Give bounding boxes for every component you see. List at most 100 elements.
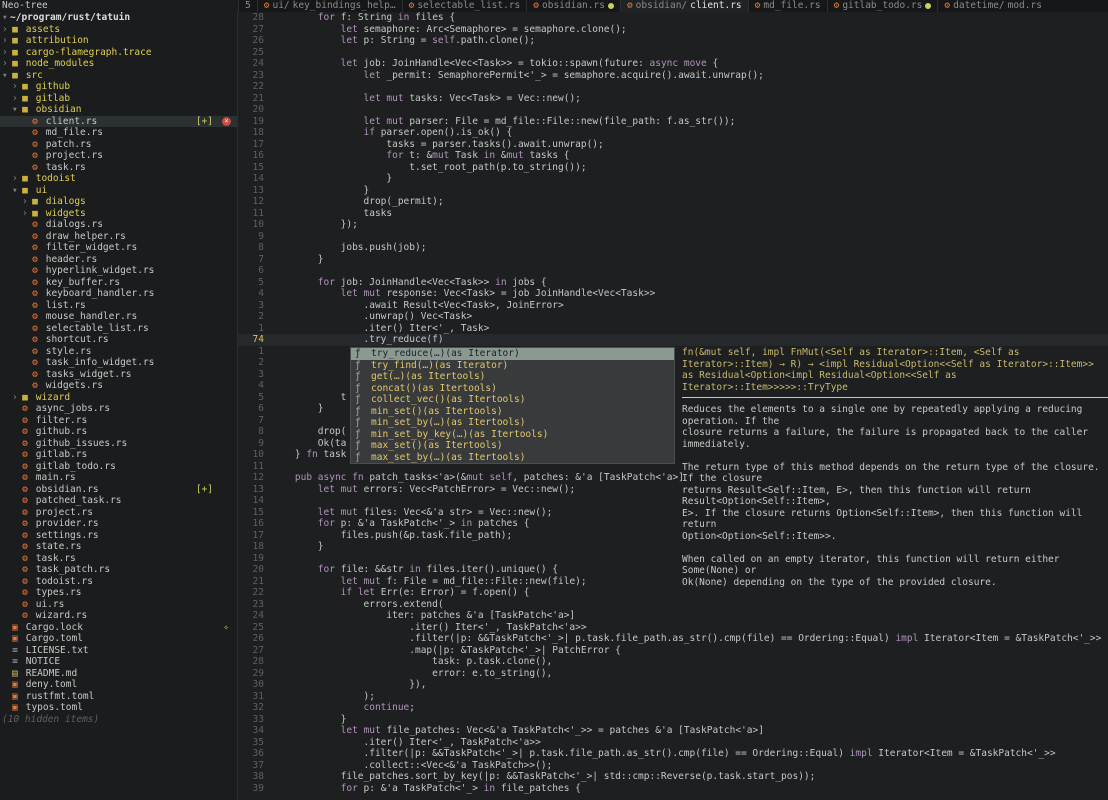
close-icon[interactable]: × — [222, 116, 231, 126]
tree-item[interactable]: ⚙ patched_task.rs — [0, 495, 237, 507]
tree-item[interactable]: (10 hidden items) — [0, 714, 237, 726]
tree-item[interactable]: ⚙ shortcut.rs — [0, 334, 237, 346]
tree-item[interactable]: ⚙ project.rs — [0, 507, 237, 519]
code-text: file_patches.sort_by_key(|p: &&TaskPatch… — [272, 771, 816, 782]
tree-item[interactable]: › ■ attribution — [0, 35, 237, 47]
file-label: client.rs — [45, 115, 98, 127]
line-number: 1 — [258, 345, 264, 357]
tree-item[interactable]: ⚙ gitlab.rs — [0, 449, 237, 461]
buffer-tab[interactable]: ⚙ md_file.rs — [747, 0, 827, 12]
tree-item[interactable]: ⚙ gitlab_todo.rs — [0, 461, 237, 473]
tree-item[interactable]: ⚙ github_issues.rs — [0, 438, 237, 450]
tree-item[interactable]: ⚙ task_info_widget.rs — [0, 357, 237, 369]
tree-item[interactable]: ⚙ header.rs — [0, 254, 237, 266]
tree-item[interactable]: ⚙ hyperlink_widget.rs — [0, 265, 237, 277]
tree-item[interactable]: ⚙ selectable_list.rs — [0, 323, 237, 335]
tree-item[interactable]: › ■ gitlab — [0, 93, 237, 105]
code-line: 27 let semaphore: Arc<Semaphore> = semap… — [238, 24, 1108, 36]
tree-item[interactable]: › ■ node_modules — [0, 58, 237, 70]
rust-file-icon: ⚙ — [32, 115, 38, 127]
buffer-tab[interactable]: ⚙ obsidian/client.rs — [619, 0, 748, 12]
tree-item[interactable]: ▣ Cargo.lock ✧ — [0, 622, 237, 634]
tree-item[interactable]: ⚙ types.rs — [0, 587, 237, 599]
tree-item[interactable]: ⚙ mouse_handler.rs — [0, 311, 237, 323]
tree-item[interactable]: ▣ Cargo.toml — [0, 633, 237, 645]
tree-item[interactable]: ⚙ ui.rs — [0, 599, 237, 611]
completion-item[interactable]: ƒ min_set()(as Itertools) — [351, 406, 674, 418]
tree-item[interactable]: ▾ ■ src — [0, 70, 237, 82]
buffer-tab[interactable]: ⚙ obsidian.rs — [526, 0, 620, 12]
code-text: for p: &'a TaskPatch<'_> in patches { — [317, 518, 530, 529]
line-number: 4 — [258, 380, 264, 391]
tree-item[interactable]: ≡ LICENSE.txt — [0, 645, 237, 657]
completion-item[interactable]: ƒ min_set_by_key(…)(as Itertools) — [351, 429, 674, 441]
tree-item[interactable]: ⚙ keyboard_handler.rs — [0, 288, 237, 300]
tree-item[interactable]: › ■ todoist — [0, 173, 237, 185]
completion-item[interactable]: ƒ try_reduce(…)(as Iterator) — [351, 348, 674, 360]
code-line: 5 for job: JoinHandle<Vec<Task>> in jobs… — [238, 277, 1108, 289]
tree-item[interactable]: ▣ deny.toml — [0, 679, 237, 691]
tree-item[interactable]: ⚙ key_buffer.rs — [0, 277, 237, 289]
tree-item[interactable]: ⚙ provider.rs — [0, 518, 237, 530]
code-line: 9 — [238, 231, 1108, 243]
tree-item[interactable]: › ■ widgets — [0, 208, 237, 220]
completion-item[interactable]: ƒ concat()(as Itertools) — [351, 383, 674, 395]
tree-item[interactable]: ⚙ main.rs — [0, 472, 237, 484]
tree-item[interactable]: ⚙ task.rs — [0, 553, 237, 565]
tree-item[interactable]: › ■ wizard — [0, 392, 237, 404]
tree-item[interactable]: › ■ dialogs — [0, 196, 237, 208]
tree-item[interactable]: ▾ ■ obsidian — [0, 104, 237, 116]
tree-item[interactable]: ⚙ filter_widget.rs — [0, 242, 237, 254]
folder-icon: ■ — [12, 69, 18, 81]
tree-item[interactable]: ⚙ state.rs — [0, 541, 237, 553]
tree-item[interactable]: ⚙ draw_helper.rs — [0, 231, 237, 243]
tree-item[interactable]: ⚙ list.rs — [0, 300, 237, 312]
buffer-tab[interactable]: ⚙ selectable_list.rs — [401, 0, 527, 12]
completion-item[interactable]: ƒ collect_vec()(as Itertools) — [351, 394, 674, 406]
tree-item[interactable]: ⚙ client.rs [+] × — [0, 115, 237, 127]
tree-item[interactable]: ⚙ github.rs — [0, 426, 237, 438]
tree-item[interactable]: ▤ README.md — [0, 668, 237, 680]
tab-count: 5 — [238, 0, 257, 12]
tree-item[interactable]: ⚙ todoist.rs — [0, 576, 237, 588]
folder-label: widgets — [45, 207, 86, 219]
tree-item[interactable]: ⚙ settings.rs — [0, 530, 237, 542]
tree-item[interactable]: ⚙ task.rs — [0, 162, 237, 174]
tree-item[interactable]: ⚙ tasks_widget.rs — [0, 369, 237, 381]
line-number: 23 — [252, 69, 264, 81]
line-number: 19 — [252, 115, 264, 127]
file-label: ui.rs — [35, 598, 65, 610]
completion-item[interactable]: ƒ max_set_by(…)(as Itertools) — [351, 452, 674, 464]
completion-item[interactable]: ƒ min_set_by(…)(as Itertools) — [351, 417, 674, 429]
tree-item[interactable]: › ■ cargo-flamegraph.trace — [0, 47, 237, 59]
function-kind-icon: ƒ — [355, 428, 361, 440]
chevron-down-icon: ▾ — [12, 184, 18, 196]
tree-item[interactable]: ⚙ md_file.rs — [0, 127, 237, 139]
file-label: key_buffer.rs — [45, 276, 121, 288]
tree-item[interactable]: ⚙ widgets.rs — [0, 380, 237, 392]
buffer-tab[interactable]: ⚙ ui/key_bindings_help… — [256, 0, 402, 12]
tree-item[interactable]: ⚙ obsidian.rs [+] — [0, 484, 237, 496]
tree-item[interactable]: ⚙ patch.rs — [0, 139, 237, 151]
tree-item[interactable]: ▣ typos.toml — [0, 702, 237, 714]
file-label: filter.rs — [35, 414, 88, 426]
tree-item[interactable]: ⚙ wizard.rs — [0, 610, 237, 622]
tree-item[interactable]: ⚙ filter.rs — [0, 415, 237, 427]
tree-item[interactable]: › ■ github — [0, 81, 237, 93]
tree-item[interactable]: ▾ ~/program/rust/tatuin — [0, 12, 237, 24]
tree-item[interactable]: ▾ ■ ui — [0, 185, 237, 197]
buffer-tab[interactable]: ⚙ datetime/mod.rs — [937, 0, 1048, 12]
tree-item[interactable]: ⚙ project.rs — [0, 150, 237, 162]
file-label: task.rs — [45, 161, 86, 173]
buffer-tab[interactable]: ⚙ gitlab_todo.rs — [826, 0, 938, 12]
tree-item[interactable]: ⚙ task_patch.rs — [0, 564, 237, 576]
completion-item[interactable]: ƒ max_set()(as Itertools) — [351, 440, 674, 452]
tree-item[interactable]: › ■ assets — [0, 24, 237, 36]
tree-item[interactable]: ▣ rustfmt.toml — [0, 691, 237, 703]
tree-item[interactable]: ⚙ style.rs — [0, 346, 237, 358]
tree-item[interactable]: ⚙ async_jobs.rs — [0, 403, 237, 415]
tree-item[interactable]: ⚙ dialogs.rs — [0, 219, 237, 231]
completion-item[interactable]: ƒ try_find(…)(as Iterator) — [351, 360, 674, 372]
completion-item[interactable]: ƒ get(…)(as Itertools) — [351, 371, 674, 383]
tree-item[interactable]: ≡ NOTICE — [0, 656, 237, 668]
